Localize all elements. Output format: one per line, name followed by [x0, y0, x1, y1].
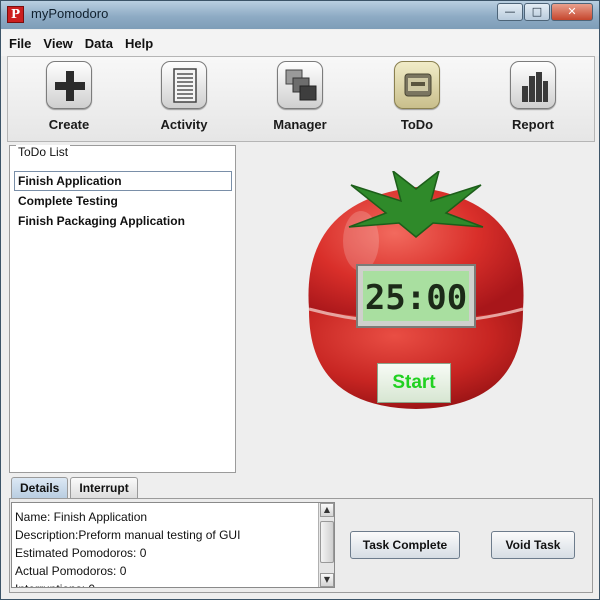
- bar-chart-icon: [510, 61, 556, 109]
- details-scrollbar[interactable]: ▲ ▼: [318, 503, 334, 587]
- todo-list-panel: ToDo List Finish Application Complete Te…: [9, 145, 236, 473]
- timer-display-icon: [394, 61, 440, 109]
- detail-description: Description:Preform manual testing of GU…: [15, 528, 241, 542]
- scroll-up-icon[interactable]: ▲: [320, 503, 334, 517]
- create-button[interactable]: Create: [24, 61, 114, 132]
- detail-actual: Actual Pomodoros: 0: [15, 564, 127, 578]
- detail-name: Name: Finish Application: [15, 510, 148, 524]
- activity-label: Activity: [160, 117, 208, 132]
- todo-list-title: ToDo List: [16, 145, 71, 159]
- pomodoro-timer: 25:00 Start: [291, 169, 541, 421]
- close-button[interactable]: ✕: [551, 3, 593, 21]
- todo-item[interactable]: Finish Application: [14, 171, 232, 191]
- tab-details[interactable]: Details: [11, 477, 69, 499]
- plus-icon: [46, 61, 92, 109]
- todo-label: ToDo: [400, 117, 434, 132]
- task-details: Name: Finish Application Description:Pre…: [11, 502, 335, 588]
- tab-interrupt[interactable]: Interrupt: [70, 477, 138, 499]
- menu-bar: File View Data Help: [1, 30, 599, 56]
- toolbar: Create Activity Manager ToDo Report: [7, 56, 595, 142]
- todo-button[interactable]: ToDo: [372, 61, 462, 132]
- app-window: P myPomodoro — □ ✕ File View Data Help C…: [0, 0, 600, 600]
- todo-list: Finish Application Complete Testing Fini…: [14, 171, 232, 231]
- details-text: Name: Finish Application Description:Pre…: [15, 508, 315, 587]
- detail-estimated: Estimated Pomodoros: 0: [15, 546, 147, 560]
- window-controls: — □ ✕: [496, 3, 593, 21]
- details-panel: Name: Finish Application Description:Pre…: [9, 498, 593, 593]
- app-logo-icon: P: [7, 6, 24, 23]
- window-title: myPomodoro: [31, 6, 109, 21]
- document-list-icon: [161, 61, 207, 109]
- report-button[interactable]: Report: [488, 61, 578, 132]
- menu-view[interactable]: View: [41, 36, 74, 51]
- start-button[interactable]: Start: [377, 363, 451, 403]
- todo-item[interactable]: Complete Testing: [14, 191, 232, 211]
- stacked-windows-icon: [277, 61, 323, 109]
- menu-data[interactable]: Data: [83, 36, 115, 51]
- menu-file[interactable]: File: [7, 36, 33, 51]
- bottom-tabs: Details Interrupt: [11, 477, 140, 499]
- void-task-button[interactable]: Void Task: [491, 531, 575, 559]
- report-label: Report: [512, 117, 554, 132]
- scroll-thumb[interactable]: [320, 521, 334, 563]
- maximize-button[interactable]: □: [524, 3, 550, 21]
- timer-display: 25:00: [365, 278, 467, 318]
- minimize-button[interactable]: —: [497, 3, 523, 21]
- manager-label: Manager: [273, 117, 327, 132]
- activity-button[interactable]: Activity: [139, 61, 229, 132]
- todo-item[interactable]: Finish Packaging Application: [14, 211, 232, 231]
- menu-help[interactable]: Help: [123, 36, 155, 51]
- create-label: Create: [48, 117, 90, 132]
- scroll-down-icon[interactable]: ▼: [320, 573, 334, 587]
- task-complete-button[interactable]: Task Complete: [350, 531, 460, 559]
- title-bar[interactable]: P myPomodoro — □ ✕: [1, 1, 599, 29]
- manager-button[interactable]: Manager: [255, 61, 345, 132]
- detail-interruptions: Interruptions: 0: [15, 580, 315, 587]
